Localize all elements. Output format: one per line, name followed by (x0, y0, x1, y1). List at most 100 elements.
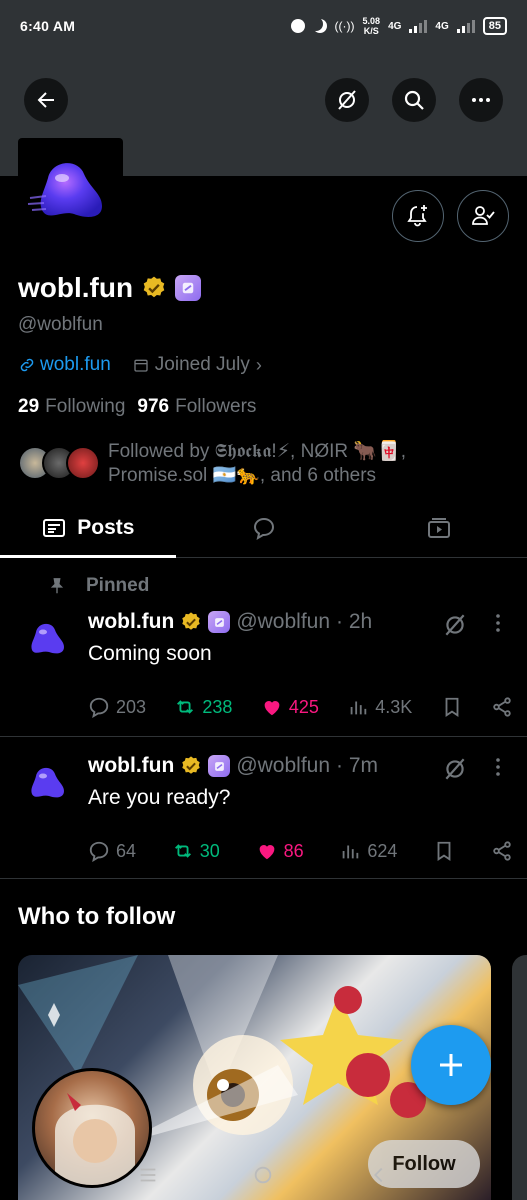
reply-icon (89, 697, 109, 718)
following-count: 29 (18, 396, 40, 417)
tab-posts-label: Posts (77, 515, 135, 539)
post-actions: 64 30 86 624 (88, 840, 513, 862)
verified-badge-icon (182, 612, 201, 630)
repost-button[interactable]: 30 (172, 840, 220, 862)
search-icon (404, 90, 424, 110)
profile-avatar[interactable] (18, 138, 123, 243)
share-icon (493, 697, 511, 717)
followers-label: Followers (175, 396, 257, 417)
post-avatar[interactable] (18, 610, 74, 666)
pinned-label: Pinned (86, 575, 150, 596)
back-button[interactable] (24, 78, 68, 122)
notifications-button[interactable] (392, 190, 444, 242)
more-vertical-icon[interactable] (488, 612, 508, 634)
followed-by-row[interactable]: Followed by 𝕾𝖍𝖔𝖈𝖐𝖆!⚡, NØIR 🐂🀄, Promise.s… (18, 440, 508, 488)
bookmark-icon (445, 697, 459, 717)
views-button[interactable]: 4.3K (347, 696, 412, 718)
hotspot-icon: ((·)) (334, 19, 355, 33)
post-header: wobl.fun @woblfun · 7m (88, 754, 378, 778)
link-icon (20, 358, 34, 372)
view-count: 624 (367, 840, 398, 861)
post-author-handle: @woblfun (236, 754, 331, 777)
search-button[interactable] (392, 78, 436, 122)
grok-button[interactable] (325, 78, 369, 122)
calendar-icon (134, 359, 148, 372)
joined-text: Joined July (154, 354, 250, 375)
reply-button[interactable]: 64 (88, 840, 136, 862)
net-speed: 5.08 K/S (362, 16, 381, 36)
alarm-icon (290, 19, 305, 33)
views-chart-icon (343, 845, 359, 859)
post-text: Coming soon (88, 642, 212, 665)
following-label: Following (45, 396, 126, 417)
website-text: wobl.fun (40, 354, 111, 375)
status-time: 6:40 AM (20, 18, 76, 34)
post-timestamp: · 2h (336, 610, 373, 633)
tab-posts[interactable]: Posts (0, 498, 176, 558)
who-to-follow-title: Who to follow (18, 903, 176, 930)
more-horizontal-icon (472, 98, 490, 102)
share-button[interactable] (491, 840, 513, 862)
affiliate-badge-icon (208, 755, 231, 777)
joined-date[interactable]: Joined July › (133, 354, 262, 376)
display-name: wobl.fun (18, 272, 134, 303)
signal-icon (409, 19, 428, 33)
reply-button[interactable]: 203 (88, 696, 146, 718)
profile-name-row: wobl.fun (18, 272, 202, 304)
verified-badge-icon[interactable] (141, 275, 167, 301)
home-nav-button[interactable] (249, 1161, 277, 1189)
posts-icon (43, 518, 66, 537)
avatar (66, 446, 100, 480)
repost-count: 238 (202, 696, 233, 717)
repost-button[interactable]: 238 (174, 696, 232, 718)
post-author-name[interactable]: wobl.fun (88, 754, 174, 778)
like-button[interactable]: 86 (256, 840, 304, 862)
wobl-blob-logo-icon (27, 163, 102, 217)
post-item[interactable]: wobl.fun @woblfun · 2h Coming soon 203 2… (0, 600, 527, 737)
profile-tabs: Posts (0, 498, 527, 558)
replies-icon (253, 517, 274, 540)
grok-icon[interactable] (442, 756, 468, 782)
tab-replies[interactable] (176, 498, 352, 557)
dnd-moon-icon (313, 19, 327, 33)
affiliate-logo-icon (214, 617, 224, 627)
affiliate-logo-icon (214, 761, 224, 771)
views-button[interactable]: 624 (339, 840, 397, 862)
profile-meta: wobl.fun Joined July › (18, 354, 262, 376)
following-button[interactable] (457, 190, 509, 242)
tab-media[interactable] (351, 498, 527, 557)
back-nav-button[interactable] (365, 1161, 393, 1189)
grok-icon[interactable] (442, 612, 468, 638)
post-avatar[interactable] (18, 754, 74, 810)
post-timestamp: · 7m (336, 754, 379, 777)
heart-filled-icon (259, 845, 274, 860)
plus-icon (440, 1054, 462, 1076)
post-item[interactable]: wobl.fun @woblfun · 7m Are you ready? 64… (0, 738, 527, 879)
views-chart-icon (350, 701, 367, 715)
share-icon (493, 841, 511, 861)
media-icon (428, 517, 451, 538)
signal-icon-2 (456, 19, 475, 33)
following-count-link[interactable]: 29 Following (18, 396, 125, 418)
affiliate-badge-icon[interactable] (175, 275, 202, 301)
bookmark-icon (437, 841, 451, 861)
battery-indicator: 85 (482, 17, 507, 35)
bookmark-button[interactable] (441, 696, 463, 718)
like-button[interactable]: 425 (261, 696, 319, 718)
more-options-button[interactable] (459, 78, 503, 122)
pinned-indicator: Pinned (48, 575, 149, 597)
network-type-2: 4G (435, 20, 449, 32)
bookmark-button[interactable] (433, 840, 455, 862)
compose-post-button[interactable] (411, 1025, 491, 1105)
share-button[interactable] (491, 696, 513, 718)
followers-count-link[interactable]: 976 Followers (137, 396, 256, 418)
more-vertical-icon[interactable] (488, 756, 508, 778)
website-link[interactable]: wobl.fun (18, 354, 111, 376)
back-chevron-icon (374, 1167, 383, 1183)
post-author-name[interactable]: wobl.fun (88, 610, 174, 634)
recents-nav-button[interactable] (134, 1161, 162, 1189)
post-text: Are you ready? (88, 786, 231, 809)
follower-avatars (18, 446, 100, 482)
post-header: wobl.fun @woblfun · 2h (88, 610, 372, 634)
menu-lines-icon (140, 1168, 156, 1182)
